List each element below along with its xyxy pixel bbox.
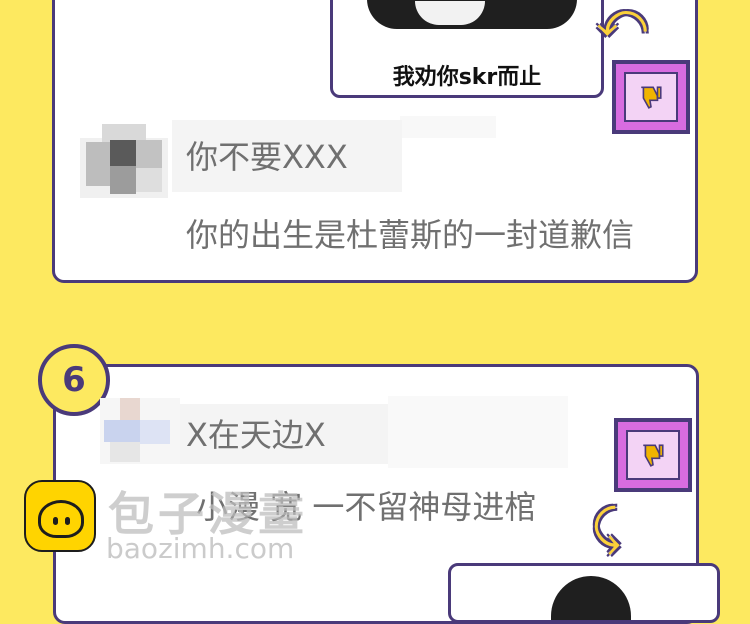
- bun-face: [38, 500, 84, 538]
- thumbs-down-icon: [626, 430, 680, 480]
- watermark-domain: baozimh.com: [106, 532, 295, 565]
- bun-eye-left: [53, 517, 58, 525]
- baozi-logo-icon: [24, 480, 96, 552]
- username-highlight-extension: [400, 116, 496, 138]
- dislike-button[interactable]: [614, 418, 692, 492]
- username-highlight-extension: [388, 396, 568, 468]
- thumbs-down-icon: [624, 72, 678, 122]
- curved-arrow-icon: ⤹: [592, 500, 621, 556]
- comment-username[interactable]: 你不要XXX: [186, 132, 348, 178]
- bun-eye-right: [65, 517, 70, 525]
- meme-caption: 我劝你skr而止: [392, 65, 542, 90]
- curved-arrow-icon: ⤺: [596, 0, 648, 48]
- avatar: [80, 116, 168, 200]
- meme-image-top: 我劝你skr而止: [330, 0, 604, 98]
- dislike-button[interactable]: [612, 60, 690, 134]
- comment-text: 你的出生是杜蕾斯的一封道歉信: [186, 216, 635, 254]
- avatar: [100, 398, 188, 482]
- meme-figure-head: [551, 576, 631, 620]
- comment-username[interactable]: X在天边X: [186, 410, 326, 456]
- meme-image-bottom: [448, 563, 720, 623]
